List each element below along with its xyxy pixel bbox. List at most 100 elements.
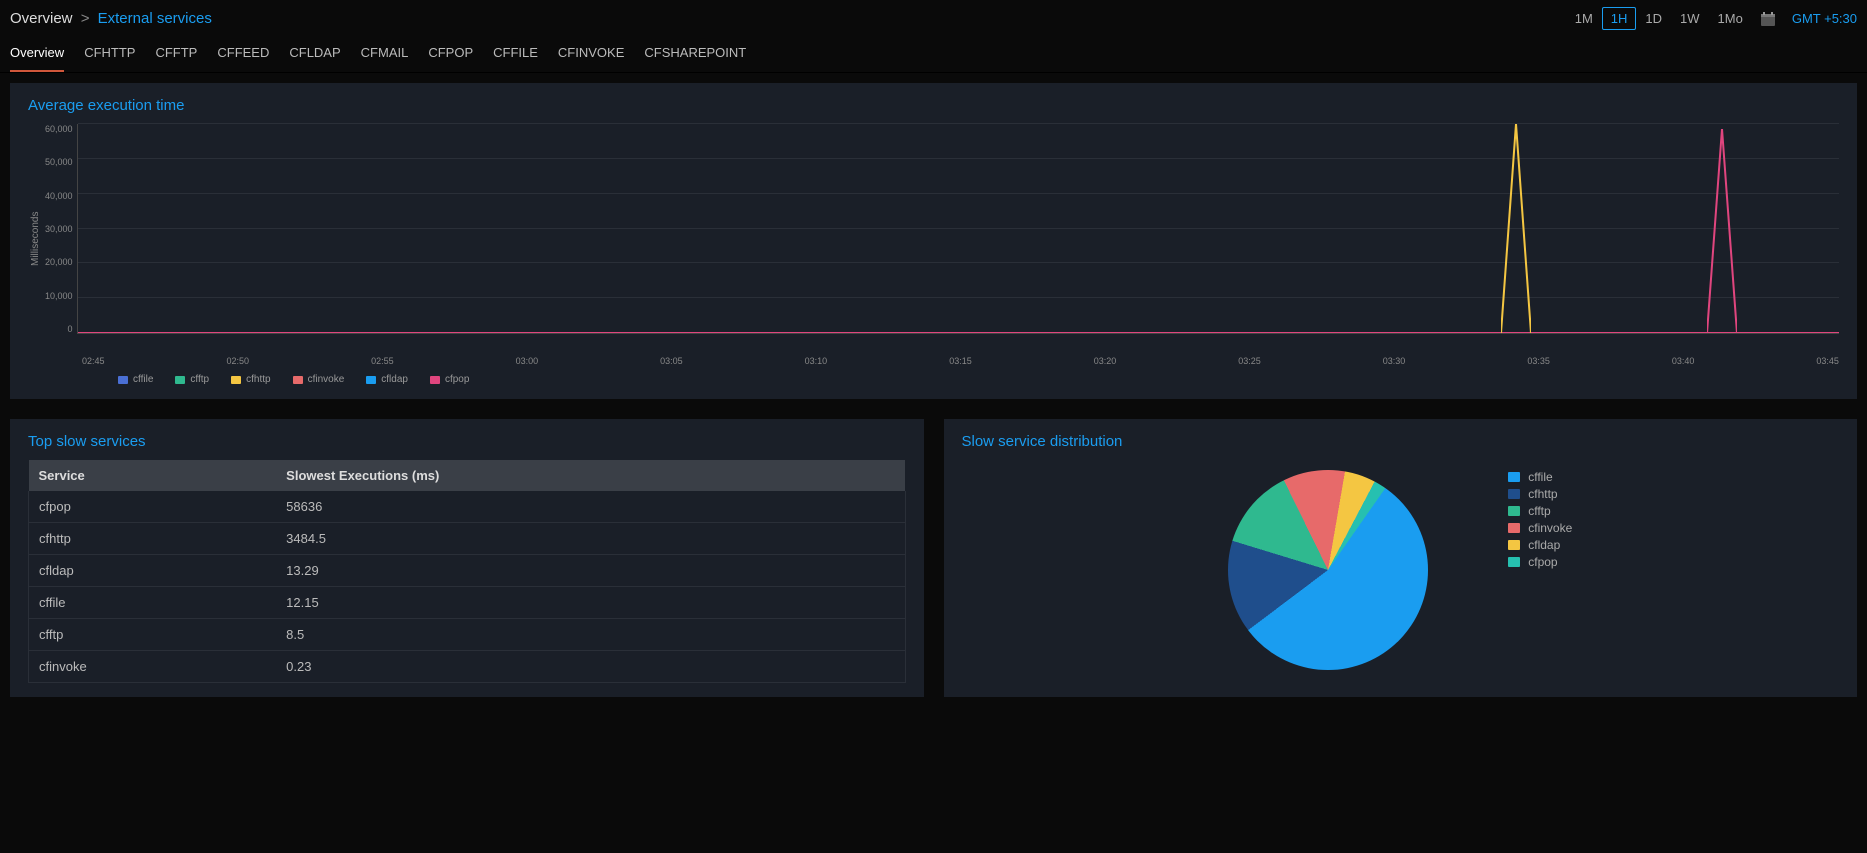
legend-item-cfpop[interactable]: cfpop — [430, 374, 469, 385]
tab-cfinvoke[interactable]: CFINVOKE — [558, 45, 624, 72]
legend-label: cffile — [1528, 470, 1552, 484]
line-chart: Milliseconds 60,00050,00040,00030,00020,… — [28, 124, 1839, 354]
cell-service: cffile — [29, 587, 277, 619]
time-range-1d[interactable]: 1D — [1636, 7, 1671, 30]
x-tick: 02:50 — [227, 356, 250, 366]
y-axis-label: Milliseconds — [28, 124, 41, 354]
slow-service-distribution-panel: Slow service distribution cffilecfhttpcf… — [944, 419, 1858, 697]
legend-label: cfftp — [190, 374, 209, 385]
breadcrumb-root[interactable]: Overview — [10, 10, 73, 27]
x-tick: 03:25 — [1238, 356, 1261, 366]
x-axis-ticks: 02:4502:5002:5503:0003:0503:1003:1503:20… — [82, 356, 1839, 366]
tab-overview[interactable]: Overview — [10, 45, 64, 72]
legend-item-cfftp[interactable]: cfftp — [175, 374, 209, 385]
table-row[interactable]: cfhttp3484.5 — [29, 523, 906, 555]
legend-label: cfinvoke — [1528, 521, 1572, 535]
breadcrumb-sep: > — [81, 10, 90, 27]
legend-swatch — [1508, 523, 1520, 533]
legend-swatch — [293, 376, 303, 384]
time-range-1w[interactable]: 1W — [1671, 7, 1709, 30]
cell-value: 12.15 — [276, 587, 905, 619]
y-tick: 10,000 — [45, 291, 73, 301]
tab-cfhttp[interactable]: CFHTTP — [84, 45, 135, 72]
x-tick: 02:45 — [82, 356, 105, 366]
service-tabs: Overview CFHTTP CFFTP CFFEED CFLDAP CFMAIL CFP… — [0, 27, 1867, 73]
x-tick: 03:20 — [1094, 356, 1117, 366]
cell-value: 58636 — [276, 491, 905, 523]
x-tick: 03:30 — [1383, 356, 1406, 366]
cell-service: cfinvoke — [29, 651, 277, 683]
legend-label: cfinvoke — [308, 374, 345, 385]
gridline — [78, 228, 1839, 229]
legend-swatch — [231, 376, 241, 384]
time-range-1m[interactable]: 1M — [1566, 7, 1602, 30]
tab-cfftp[interactable]: CFFTP — [155, 45, 197, 72]
cell-service: cfpop — [29, 491, 277, 523]
legend-label: cfpop — [1528, 555, 1557, 569]
tab-cffeed[interactable]: CFFEED — [217, 45, 269, 72]
tab-cfpop[interactable]: CFPOP — [428, 45, 473, 72]
x-tick: 03:35 — [1527, 356, 1550, 366]
calendar-icon[interactable] — [1760, 11, 1776, 27]
breadcrumb: Overview > External services — [10, 10, 212, 27]
legend-swatch — [366, 376, 376, 384]
tab-cffile[interactable]: CFFILE — [493, 45, 538, 72]
pie-legend-item-cffile[interactable]: cffile — [1508, 470, 1572, 484]
table-row[interactable]: cfpop58636 — [29, 491, 906, 523]
legend-swatch — [118, 376, 128, 384]
cell-value: 13.29 — [276, 555, 905, 587]
legend-label: cfldap — [1528, 538, 1560, 552]
time-range-1h[interactable]: 1H — [1602, 7, 1637, 30]
timezone-label[interactable]: GMT +5:30 — [1792, 11, 1857, 26]
legend-item-cfinvoke[interactable]: cfinvoke — [293, 374, 345, 385]
gridline — [78, 158, 1839, 159]
plot-area — [77, 124, 1839, 334]
gridline — [78, 297, 1839, 298]
legend-label: cfhttp — [1528, 487, 1557, 501]
avg-execution-time-panel: Average execution time Milliseconds 60,0… — [10, 83, 1857, 399]
pie-legend-item-cfldap[interactable]: cfldap — [1508, 538, 1572, 552]
legend-item-cfhttp[interactable]: cfhttp — [231, 374, 270, 385]
y-tick: 30,000 — [45, 224, 73, 234]
table-row[interactable]: cfftp8.5 — [29, 619, 906, 651]
legend-swatch — [1508, 557, 1520, 567]
breadcrumb-leaf[interactable]: External services — [98, 10, 212, 27]
slow-service-distribution-title: Slow service distribution — [962, 433, 1840, 450]
y-tick: 40,000 — [45, 191, 73, 201]
legend-swatch — [1508, 540, 1520, 550]
legend-swatch — [1508, 472, 1520, 482]
tab-cfsharepoint[interactable]: CFSHAREPOINT — [644, 45, 746, 72]
table-row[interactable]: cffile12.15 — [29, 587, 906, 619]
legend-swatch — [1508, 489, 1520, 499]
cell-service: cfhttp — [29, 523, 277, 555]
pie-chart-legend: cffile cfhttp cfftp cfinvoke cfldap cfpop — [1508, 470, 1572, 569]
table-row[interactable]: cfldap13.29 — [29, 555, 906, 587]
table-header-service[interactable]: Service — [29, 460, 277, 491]
y-axis-ticks: 60,00050,00040,00030,00020,00010,0000 — [41, 124, 77, 334]
cell-value: 0.23 — [276, 651, 905, 683]
baseline — [78, 332, 1839, 333]
top-slow-services-table: Service Slowest Executions (ms) cfpop586… — [28, 460, 906, 683]
spike-cfpop — [1707, 129, 1737, 333]
pie-legend-item-cfpop[interactable]: cfpop — [1508, 555, 1572, 569]
spike-cfhttp — [1501, 124, 1531, 333]
tab-cfmail[interactable]: CFMAIL — [361, 45, 409, 72]
pie-legend-item-cfhttp[interactable]: cfhttp — [1508, 487, 1572, 501]
y-tick: 20,000 — [45, 257, 73, 267]
x-tick: 03:05 — [660, 356, 683, 366]
table-header-value[interactable]: Slowest Executions (ms) — [276, 460, 905, 491]
gridline — [78, 262, 1839, 263]
legend-label: cffile — [133, 374, 153, 385]
avg-execution-time-title: Average execution time — [28, 97, 1839, 114]
pie-legend-item-cfinvoke[interactable]: cfinvoke — [1508, 521, 1572, 535]
legend-swatch — [175, 376, 185, 384]
table-row[interactable]: cfinvoke0.23 — [29, 651, 906, 683]
pie-legend-item-cfftp[interactable]: cfftp — [1508, 504, 1572, 518]
legend-label: cfldap — [381, 374, 408, 385]
legend-label: cfhttp — [246, 374, 270, 385]
legend-item-cffile[interactable]: cffile — [118, 374, 153, 385]
time-range-1mo[interactable]: 1Mo — [1709, 7, 1752, 30]
x-tick: 03:45 — [1816, 356, 1839, 366]
legend-item-cfldap[interactable]: cfldap — [366, 374, 408, 385]
tab-cfldap[interactable]: CFLDAP — [289, 45, 340, 72]
